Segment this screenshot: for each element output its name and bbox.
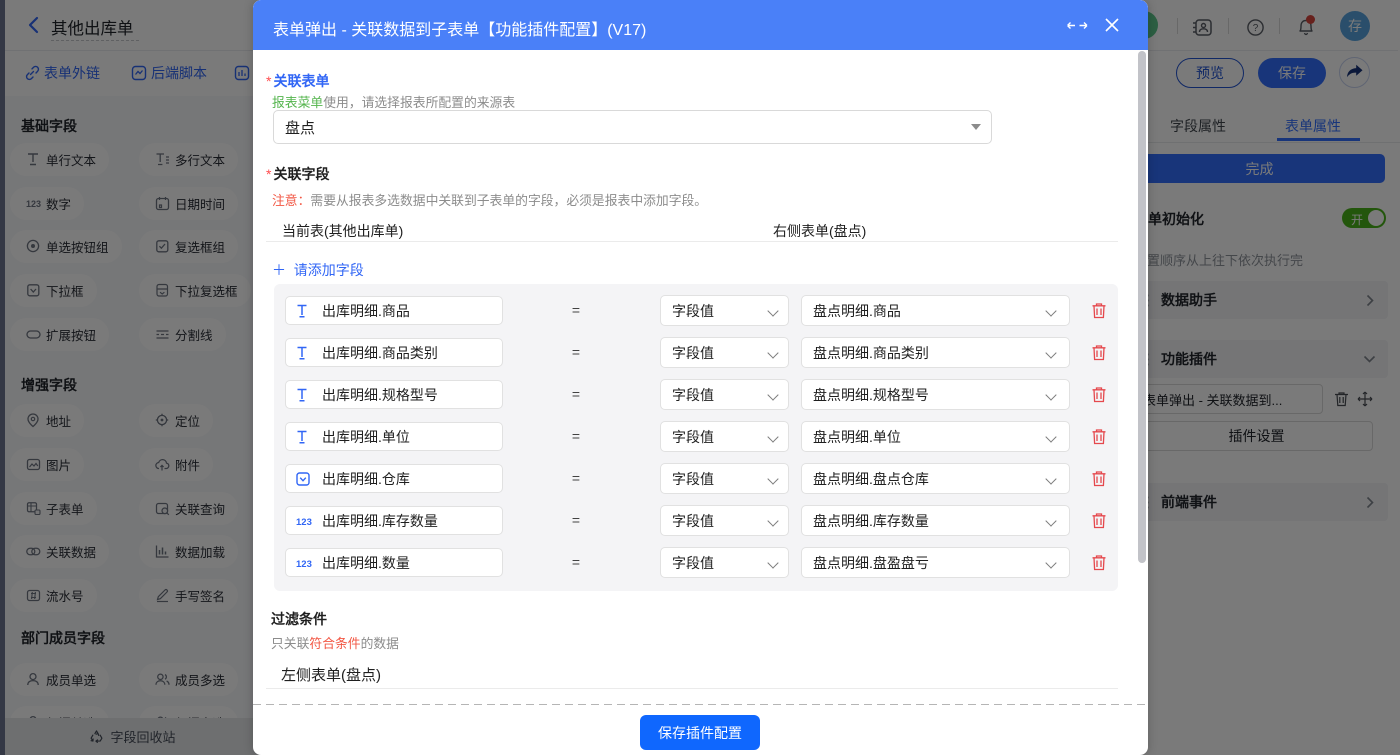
svg-text:123: 123	[296, 559, 312, 569]
svg-text:123: 123	[296, 517, 312, 527]
